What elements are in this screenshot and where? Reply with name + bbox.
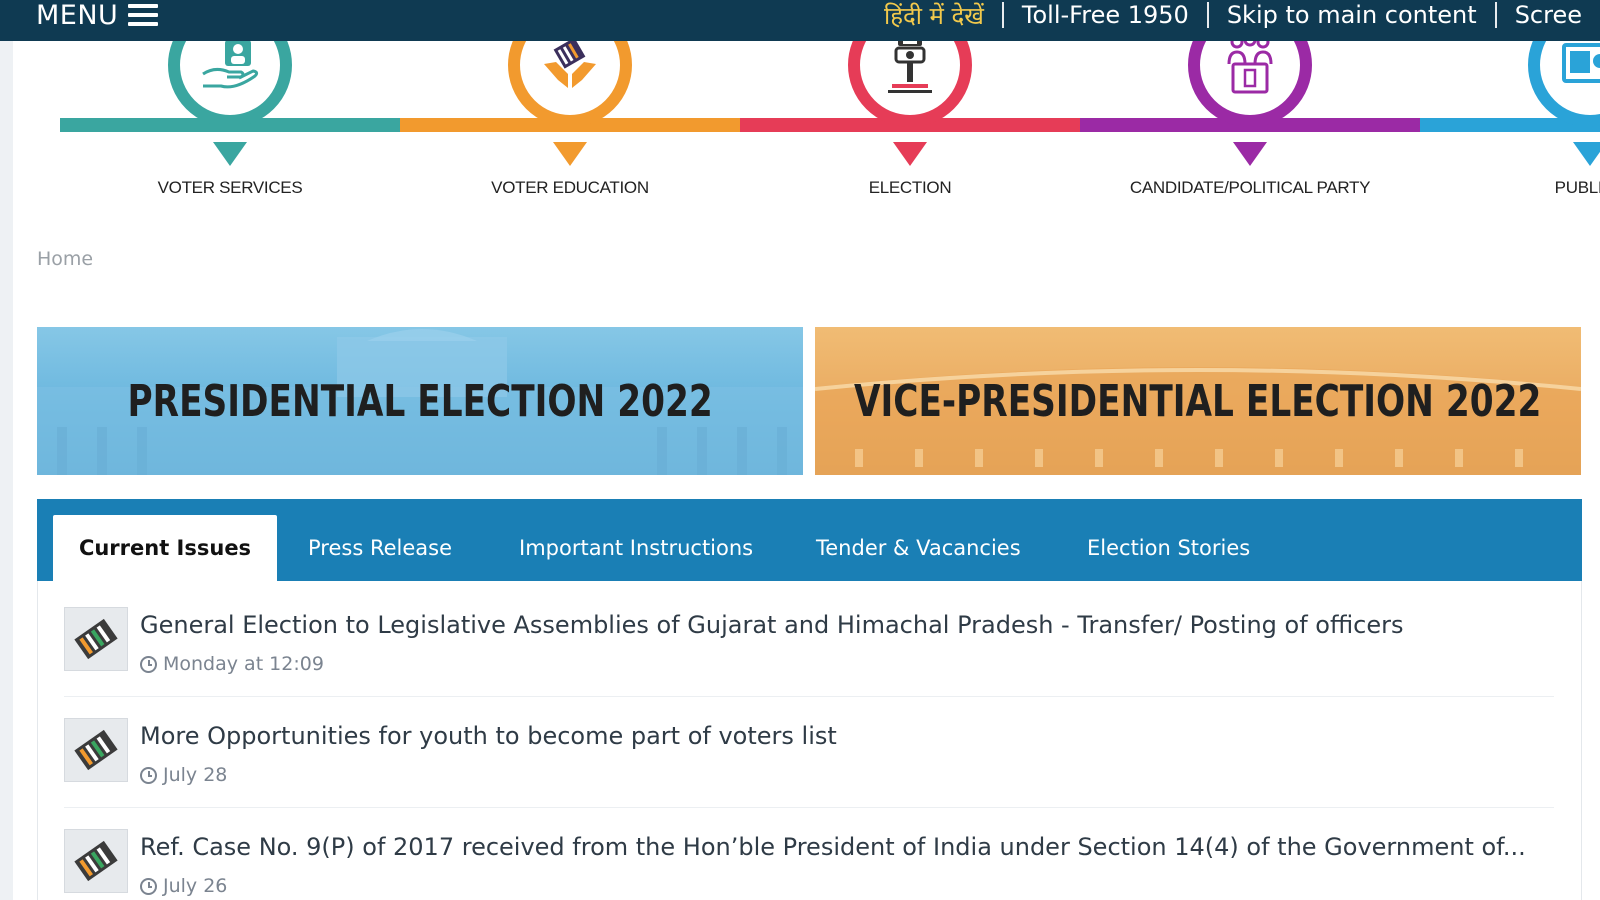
breadcrumb-home[interactable]: Home bbox=[37, 248, 93, 270]
evm-thumbnail-icon bbox=[64, 607, 128, 671]
news-title: General Election to Legislative Assembli… bbox=[140, 611, 1404, 639]
presidential-banner-title: PRESIDENTIAL ELECTION 2022 bbox=[127, 375, 713, 427]
menu-button[interactable]: MENU bbox=[36, 0, 159, 31]
vice-presidential-banner-title: VICE-PRESIDENTIAL ELECTION 2022 bbox=[854, 375, 1542, 427]
voter-education-icon bbox=[508, 41, 632, 127]
top-bar: MENU हिंदी में देखें Toll-Free 1950 Skip… bbox=[0, 0, 1600, 41]
publication-icon bbox=[1528, 41, 1600, 127]
tab-election-stories[interactable]: Election Stories bbox=[1087, 515, 1250, 581]
news-date: Monday at 12:09 bbox=[140, 653, 324, 675]
category-voter-services[interactable]: VOTER SERVICES bbox=[60, 41, 400, 211]
category-voter-education[interactable]: VOTER EDUCATION bbox=[400, 41, 740, 211]
news-date-text: July 26 bbox=[163, 875, 228, 897]
category-label: CANDIDATE/POLITICAL PARTY bbox=[1129, 178, 1371, 197]
evm-thumbnail-icon bbox=[64, 718, 128, 782]
list-item[interactable]: General Election to Legislative Assembli… bbox=[64, 587, 1554, 697]
skip-to-main-content-link[interactable]: Skip to main content bbox=[1209, 1, 1495, 29]
election-icon bbox=[848, 41, 972, 127]
screen-reader-link[interactable]: Scree bbox=[1497, 1, 1600, 29]
tab-important-instructions[interactable]: Important Instructions bbox=[519, 515, 753, 581]
presidential-election-banner[interactable]: PRESIDENTIAL ELECTION 2022 bbox=[37, 327, 803, 475]
clock-icon bbox=[140, 655, 157, 673]
list-item[interactable]: Ref. Case No. 9(P) of 2017 received from… bbox=[64, 809, 1554, 900]
vice-presidential-election-banner[interactable]: VICE-PRESIDENTIAL ELECTION 2022 bbox=[815, 327, 1581, 475]
top-links: हिंदी में देखें Toll-Free 1950 Skip to m… bbox=[866, 0, 1600, 30]
category-pointer bbox=[1573, 142, 1600, 166]
list-item[interactable]: More Opportunities for youth to become p… bbox=[64, 698, 1554, 808]
tab-current-issues[interactable]: Current Issues bbox=[53, 515, 277, 581]
category-label: PUBLICA bbox=[1554, 178, 1600, 197]
category-pointer bbox=[1233, 142, 1267, 166]
news-date-text: July 28 bbox=[163, 764, 228, 786]
news-date: July 26 bbox=[140, 875, 227, 897]
voter-services-icon bbox=[168, 41, 292, 127]
hindi-language-link[interactable]: हिंदी में देखें bbox=[866, 0, 1002, 32]
news-title: Ref. Case No. 9(P) of 2017 received from… bbox=[140, 833, 1526, 861]
clock-icon bbox=[140, 766, 157, 784]
news-date: July 28 bbox=[140, 764, 227, 786]
divider bbox=[1001, 2, 1004, 28]
category-pointer bbox=[213, 142, 247, 166]
category-election[interactable]: ELECTION bbox=[740, 41, 1080, 211]
hamburger-icon bbox=[128, 4, 159, 26]
category-pointer bbox=[893, 142, 927, 166]
news-tab-bar: Current Issues Press Release Important I… bbox=[37, 499, 1582, 581]
category-publication[interactable]: PUBLICA bbox=[1420, 41, 1600, 211]
news-date-text: Monday at 12:09 bbox=[163, 653, 324, 675]
news-list: General Election to Legislative Assembli… bbox=[37, 581, 1582, 900]
toll-free-link[interactable]: Toll-Free 1950 bbox=[1004, 1, 1207, 29]
category-label: VOTER SERVICES bbox=[157, 178, 303, 197]
category-label: ELECTION bbox=[868, 178, 952, 197]
divider bbox=[1206, 2, 1209, 28]
category-pointer bbox=[553, 142, 587, 166]
menu-label: MENU bbox=[36, 0, 119, 31]
category-nav: VOTER SERVICES VOTER EDUCATION ELECTION … bbox=[0, 41, 1600, 211]
candidate-party-icon bbox=[1188, 41, 1312, 127]
tab-tender-vacancies[interactable]: Tender & Vacancies bbox=[816, 515, 1021, 581]
news-title: More Opportunities for youth to become p… bbox=[140, 722, 837, 750]
divider bbox=[1494, 2, 1497, 28]
clock-icon bbox=[140, 877, 157, 895]
category-candidate-political-party[interactable]: CANDIDATE/POLITICAL PARTY bbox=[1080, 41, 1420, 211]
category-label: VOTER EDUCATION bbox=[491, 178, 649, 197]
tab-press-release[interactable]: Press Release bbox=[308, 515, 452, 581]
evm-thumbnail-icon bbox=[64, 829, 128, 893]
